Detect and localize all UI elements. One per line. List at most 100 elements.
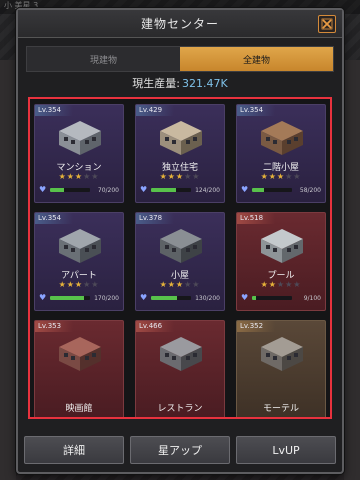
star-icon: ★ [74,280,84,289]
tab-current-buildings[interactable]: 現建物 [27,47,180,71]
star-rating: ★★★★★ [35,172,123,181]
building-name: レストラン [157,404,203,414]
two-story-shack-icon [261,121,303,155]
shard-progress: ♥ 58/200 [241,185,321,195]
production-readout: 現生産量: 321.47K [18,72,342,94]
progress-count: 130/200 [195,294,220,302]
star-icon: ★ [293,280,302,289]
star-icon: ★ [260,280,269,289]
building-card[interactable]: Lv.353 映画館 [34,320,124,417]
star-rating: ★★★★★ [136,280,224,289]
progress-count: 9/100 [303,294,321,302]
star-icon: ★ [167,280,176,289]
restaurant-building-icon [160,337,202,371]
level-badge: Lv.353 [35,321,74,332]
star-icon: ★ [66,172,75,181]
star-icon: ★ [175,172,185,181]
star-icon: ★ [159,280,168,289]
shard-icon: ♥ [39,293,47,302]
star-rating: ★★★★★ [136,172,224,181]
shard-progress: ♥ 130/200 [140,293,220,303]
house-building-icon [160,121,202,155]
building-card[interactable]: Lv.378 小屋 ★★★★★ ♥ 130/200 [135,212,225,311]
star-icon: ★ [91,172,100,181]
production-value: 321.47K [182,76,228,90]
progress-fill [252,296,256,300]
progress-count: 170/200 [94,294,119,302]
shard-progress: ♥ 9/100 [241,293,321,303]
building-card[interactable]: Lv.354 アパート ★★★★★ ♥ 170/200 [34,212,124,311]
building-card[interactable]: Lv.429 独立住宅 ★★★★★ ♥ 124/200 [135,104,225,203]
progress-count: 58/200 [299,186,321,194]
progress-bar [252,188,292,192]
star-icon: ★ [192,280,201,289]
star-icon: ★ [66,280,75,289]
star-rating: ★★★★★ [237,172,325,181]
tab-all-buildings[interactable]: 全建物 [180,47,333,71]
star-icon: ★ [159,172,168,181]
level-badge: Lv.518 [237,213,276,224]
action-bar: 詳細 星アップ LvUP [24,436,336,464]
building-grid: Lv.354 マンション ★★★★★ ♥ 70/200 Lv.429 独立住宅 ★★★★★ ♥ 1… [34,104,326,417]
star-icon: ★ [74,172,84,181]
level-badge: Lv.354 [35,213,74,224]
close-button[interactable] [318,15,336,33]
building-card[interactable]: Lv.466 レストラン [135,320,225,417]
shard-progress: ♥ 124/200 [140,185,220,195]
star-rating: ★★★★★ [35,280,123,289]
progress-count: 124/200 [195,186,220,194]
star-icon: ★ [276,280,286,289]
building-center-dialog: 建物センター 現建物 全建物 現生産量: 321.47K Lv.354 マンション… [16,8,344,474]
building-grid-frame: Lv.354 マンション ★★★★★ ♥ 70/200 Lv.429 独立住宅 ★★★★★ ♥ 1… [28,97,332,419]
cinema-building-icon [59,337,101,371]
star-icon: ★ [91,280,100,289]
progress-fill [50,296,84,300]
progress-fill [151,188,176,192]
shard-progress: ♥ 170/200 [39,293,119,303]
shard-icon: ♥ [241,293,249,302]
close-x-icon [321,18,333,30]
star-icon: ★ [293,172,302,181]
pool-building-icon [261,229,303,263]
shard-icon: ♥ [140,185,148,194]
shard-icon: ♥ [241,185,249,194]
building-card[interactable]: Lv.354 二階小屋 ★★★★★ ♥ 58/200 [236,104,326,203]
level-badge: Lv.354 [237,105,276,116]
level-badge: Lv.429 [136,105,175,116]
progress-bar [151,188,191,192]
star-icon: ★ [175,280,185,289]
hut-building-icon [160,229,202,263]
progress-count: 70/200 [97,186,119,194]
level-up-button[interactable]: LvUP [236,436,336,464]
dialog-header: 建物センター [18,10,342,38]
star-icon: ★ [268,280,277,289]
progress-bar [252,296,292,300]
star-up-button[interactable]: 星アップ [130,436,230,464]
progress-fill [151,296,177,300]
level-badge: Lv.466 [136,321,175,332]
star-icon: ★ [192,172,201,181]
progress-fill [252,188,264,192]
star-icon: ★ [276,172,286,181]
apartment-building-icon [59,229,101,263]
building-card[interactable]: Lv.354 マンション ★★★★★ ♥ 70/200 [34,104,124,203]
star-icon: ★ [58,280,67,289]
progress-bar [50,296,90,300]
building-name: モーテル [262,404,299,414]
building-card[interactable]: Lv.518 プール ★★★★★ ♥ 9/100 [236,212,326,311]
production-label: 現生産量: [132,77,180,90]
star-icon: ★ [268,172,277,181]
shard-progress: ♥ 70/200 [39,185,119,195]
star-icon: ★ [58,172,67,181]
star-rating: ★★★★★ [237,280,325,289]
shard-icon: ♥ [39,185,47,194]
building-card[interactable]: Lv.352 モーテル [236,320,326,417]
progress-bar [50,188,90,192]
star-icon: ★ [167,172,176,181]
shard-icon: ♥ [140,293,148,302]
star-icon: ★ [260,172,269,181]
details-button[interactable]: 詳細 [24,436,124,464]
level-badge: Lv.354 [35,105,74,116]
building-name: 映画館 [65,404,93,414]
progress-fill [50,188,64,192]
